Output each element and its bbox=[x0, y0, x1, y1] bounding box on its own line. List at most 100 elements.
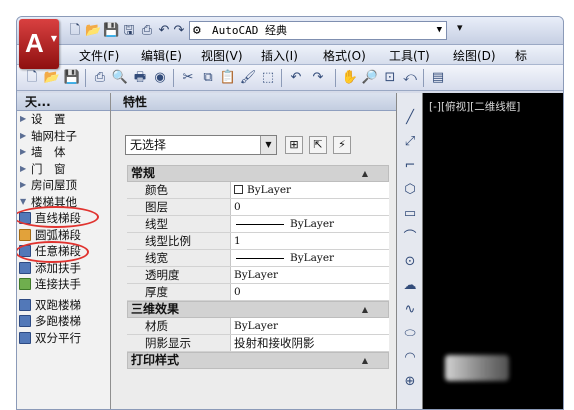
save-icon[interactable]: 💾 bbox=[103, 22, 119, 40]
tool-connect-handrail[interactable]: 连接扶手 bbox=[17, 276, 110, 293]
ellipse-icon[interactable]: ⬭ bbox=[401, 325, 419, 343]
prop-value: ByLayer bbox=[231, 267, 389, 283]
triangle-right-icon: ▶ bbox=[20, 163, 27, 173]
selection-select[interactable]: 无选择 ▼ bbox=[125, 135, 277, 155]
block-edit-icon[interactable]: ⬚ bbox=[259, 69, 277, 87]
customize-dropdown-icon[interactable]: ▾ bbox=[457, 21, 463, 34]
polygon-icon[interactable]: ⬡ bbox=[401, 181, 419, 199]
menu-edit[interactable]: 编辑(E) bbox=[141, 47, 182, 64]
open-icon[interactable]: 📂 bbox=[85, 22, 101, 40]
select-objects-button[interactable]: ⇱ bbox=[309, 136, 327, 154]
draw-toolbar: ╱ ⤢ ⌐ ⬡ ▭ ⌒ ⊙ ☁ ∿ ⬭ ◠ ⊕ bbox=[397, 93, 423, 409]
prop-row-layer[interactable]: 图层 0 bbox=[127, 199, 389, 216]
tool-multi-stair[interactable]: 多跑楼梯 bbox=[17, 313, 110, 330]
collapse-icon: ▲ bbox=[361, 169, 368, 178]
category-label: 墙 体 bbox=[31, 145, 66, 159]
print-icon[interactable]: ⎙ bbox=[139, 22, 155, 40]
drawing-canvas[interactable]: [-][俯视][二维线框] bbox=[423, 93, 563, 409]
open-icon[interactable]: 📂 bbox=[43, 69, 61, 87]
match-icon[interactable]: 🖌 bbox=[239, 69, 257, 87]
menu-more[interactable]: 标 bbox=[515, 47, 527, 64]
revcloud-icon[interactable]: ☁ bbox=[401, 277, 419, 295]
zoom-window-icon[interactable]: ⊡ bbox=[381, 69, 399, 87]
menu-tools[interactable]: 工具(T) bbox=[389, 47, 430, 64]
menu-insert[interactable]: 插入(I) bbox=[261, 47, 298, 64]
print-icon[interactable]: ⎙ bbox=[91, 69, 109, 87]
section-print-style[interactable]: 打印样式 ▲ bbox=[127, 352, 389, 369]
prop-value-text: ByLayer bbox=[247, 184, 292, 196]
prop-row-lineweight[interactable]: 线宽 ByLayer bbox=[127, 250, 389, 267]
toggle-pickadd-button[interactable]: ⊞ bbox=[285, 136, 303, 154]
prop-key: 线型比例 bbox=[127, 233, 231, 249]
triangle-right-icon: ▶ bbox=[20, 147, 27, 156]
palette-category[interactable]: ▶ 轴网柱子 bbox=[17, 128, 110, 145]
palette-category[interactable]: ▶ 设 置 bbox=[17, 111, 110, 128]
undo-icon[interactable]: ↶ bbox=[157, 22, 171, 40]
construction-line-icon[interactable]: ⤢ bbox=[401, 133, 419, 151]
ellipse-arc-icon[interactable]: ◠ bbox=[401, 349, 419, 367]
prop-value: 投射和接收阴影 bbox=[231, 335, 389, 351]
rectangle-icon[interactable]: ▭ bbox=[401, 205, 419, 223]
insert-block-icon[interactable]: ⊕ bbox=[401, 373, 419, 391]
prop-row-transparency[interactable]: 透明度 ByLayer bbox=[127, 267, 389, 284]
properties-icon[interactable]: ▤ bbox=[429, 69, 447, 87]
tool-arc-stair[interactable]: 圆弧梯段 bbox=[17, 227, 110, 244]
prop-row-material[interactable]: 材质 ByLayer bbox=[127, 318, 389, 335]
polyline-icon[interactable]: ⌐ bbox=[401, 157, 419, 175]
viewport-controls[interactable]: [-][俯视][二维线框] bbox=[429, 99, 520, 114]
workspace-select[interactable]: ⚙ AutoCAD 经典 ▼ bbox=[189, 21, 447, 40]
zoom-icon[interactable]: 🔎 bbox=[361, 69, 379, 87]
quick-select-button[interactable]: ⚡ bbox=[333, 136, 351, 154]
cut-icon[interactable]: ✂ bbox=[179, 69, 197, 87]
collapse-icon: ▲ bbox=[361, 305, 368, 314]
publish-icon[interactable]: 🖶 bbox=[131, 69, 149, 87]
collapse-icon: ▲ bbox=[361, 356, 368, 365]
copy-icon[interactable]: ⧉ bbox=[199, 69, 217, 87]
3d-publish-icon[interactable]: ◉ bbox=[151, 69, 169, 87]
triangle-down-icon: ▼ bbox=[20, 196, 27, 206]
circle-icon[interactable]: ⊙ bbox=[401, 253, 419, 271]
workspace-name: AutoCAD 经典 bbox=[212, 24, 287, 37]
paste-icon[interactable]: 📋 bbox=[219, 69, 237, 87]
menu-draw[interactable]: 绘图(D) bbox=[453, 47, 496, 64]
palette-category[interactable]: ▶ 门 窗 bbox=[17, 161, 110, 178]
menu-file[interactable]: 文件(F) bbox=[79, 47, 119, 64]
save-icon[interactable]: 💾 bbox=[63, 69, 81, 87]
tool-split-stair[interactable]: 双分平行 bbox=[17, 330, 110, 347]
prop-row-shadow[interactable]: 阴影显示 投射和接收阴影 bbox=[127, 335, 389, 352]
arc-icon[interactable]: ⌒ bbox=[401, 229, 419, 247]
preview-icon[interactable]: 🔍 bbox=[111, 69, 129, 87]
palette-category[interactable]: ▶ 房间屋顶 bbox=[17, 177, 110, 194]
application-menu-button[interactable]: A ▼ bbox=[19, 19, 59, 69]
palette-category-stairs[interactable]: ▼ 楼梯其他 bbox=[17, 194, 110, 211]
free-stair-icon bbox=[19, 245, 31, 257]
tool-double-stair[interactable]: 双跑楼梯 bbox=[17, 297, 110, 314]
tool-label: 圆弧梯段 bbox=[35, 227, 81, 242]
menu-view[interactable]: 视图(V) bbox=[201, 47, 243, 64]
tool-add-handrail[interactable]: 添加扶手 bbox=[17, 260, 110, 277]
prop-row-color[interactable]: 颜色 ByLayer bbox=[127, 182, 389, 199]
prop-value: ByLayer bbox=[231, 250, 389, 266]
save-as-icon[interactable]: 🖫 bbox=[121, 22, 137, 40]
tool-straight-stair[interactable]: 直线梯段 bbox=[17, 210, 110, 227]
new-icon[interactable]: 🗋 bbox=[67, 22, 83, 40]
redo-icon[interactable]: ↷ bbox=[309, 69, 327, 87]
zoom-prev-icon[interactable]: ⤺ bbox=[401, 69, 419, 87]
tool-label: 任意梯段 bbox=[35, 244, 81, 258]
new-icon[interactable]: 🗋 bbox=[23, 69, 41, 87]
section-general[interactable]: 常规 ▲ bbox=[127, 165, 389, 182]
spline-icon[interactable]: ∿ bbox=[401, 301, 419, 319]
gear-icon: ⚙ bbox=[193, 23, 201, 38]
line-icon[interactable]: ╱ bbox=[401, 109, 419, 127]
redo-icon[interactable]: ↷ bbox=[172, 22, 186, 40]
prop-row-linetype[interactable]: 线型 ByLayer bbox=[127, 216, 389, 233]
tool-free-stair[interactable]: 任意梯段 bbox=[17, 243, 110, 260]
palette-category[interactable]: ▶ 墙 体 bbox=[17, 144, 110, 161]
prop-row-thickness[interactable]: 厚度 0 bbox=[127, 284, 389, 301]
category-label: 房间屋顶 bbox=[31, 178, 77, 192]
section-3d-effects[interactable]: 三维效果 ▲ bbox=[127, 301, 389, 318]
prop-row-linetype-scale[interactable]: 线型比例 1 bbox=[127, 233, 389, 250]
menu-format[interactable]: 格式(O) bbox=[323, 47, 366, 64]
pan-icon[interactable]: ✋ bbox=[341, 69, 359, 87]
undo-icon[interactable]: ↶ bbox=[287, 69, 305, 87]
